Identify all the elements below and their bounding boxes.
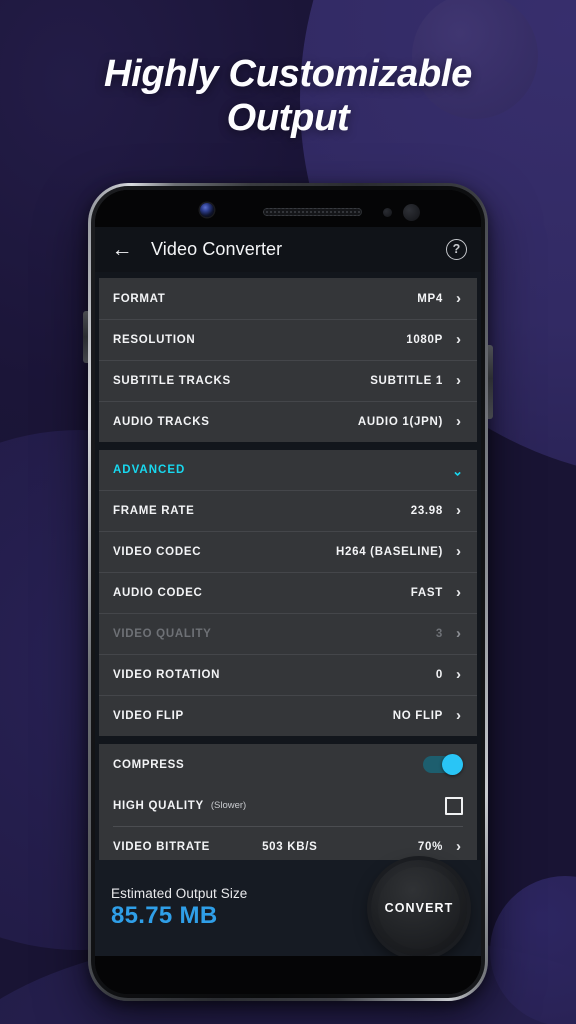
compress-toggle[interactable]: [423, 756, 463, 773]
phone-bottom-chin: [95, 956, 481, 994]
back-arrow-icon[interactable]: ←: [109, 237, 135, 263]
page-title: Video Converter: [151, 239, 282, 260]
chevron-right-icon: ›: [454, 708, 463, 723]
chevron-right-icon: ›: [454, 626, 463, 641]
row-label: FRAME RATE: [113, 505, 195, 517]
estimate-value: 85.75 MB: [111, 902, 247, 930]
chevron-right-icon: ›: [454, 544, 463, 559]
row-audio-tracks[interactable]: AUDIO TRACKS AUDIO 1(JPN) ›: [99, 401, 477, 442]
convert-button[interactable]: CONVERT: [371, 860, 467, 956]
chevron-right-icon: ›: [454, 414, 463, 429]
row-label: VIDEO ROTATION: [113, 669, 220, 681]
proximity-sensor-icon: [383, 208, 392, 217]
row-label: HIGH QUALITY: [113, 800, 204, 812]
row-label: VIDEO CODEC: [113, 546, 201, 558]
advanced-section-header[interactable]: ADVANCED ⌃: [99, 450, 477, 490]
row-label: COMPRESS: [113, 759, 184, 771]
settings-card-advanced: ADVANCED ⌃ FRAME RATE 23.98 › VIDEO CODE…: [99, 450, 477, 736]
estimate-label: Estimated Output Size: [111, 886, 247, 901]
chevron-right-icon: ›: [454, 503, 463, 518]
chevron-right-icon: ›: [454, 291, 463, 306]
row-format[interactable]: FORMAT MP4 ›: [99, 278, 477, 319]
ambient-sensor-icon: [403, 204, 420, 221]
row-value: 3: [436, 628, 443, 640]
bottom-action-bar: Estimated Output Size 85.75 MB CONVERT: [95, 860, 481, 956]
row-video-quality: VIDEO QUALITY 3 ›: [99, 613, 477, 654]
front-camera-icon: [200, 203, 214, 217]
section-header-label: ADVANCED: [113, 464, 185, 476]
high-quality-checkbox[interactable]: [445, 797, 463, 815]
row-value: 1080P: [406, 334, 443, 346]
row-video-flip[interactable]: VIDEO FLIP NO FLIP ›: [99, 695, 477, 736]
row-value: NO FLIP: [393, 710, 443, 722]
row-label: AUDIO CODEC: [113, 587, 202, 599]
estimate-block: Estimated Output Size 85.75 MB: [111, 886, 247, 930]
row-label: VIDEO FLIP: [113, 710, 184, 722]
row-value: 70%: [418, 841, 443, 853]
row-sublabel: (Slower): [211, 800, 246, 811]
row-label: AUDIO TRACKS: [113, 416, 210, 428]
settings-card-compress: COMPRESS HIGH QUALITY (Slower) VIDEO BIT…: [99, 744, 477, 860]
phone-bezel: ← Video Converter ? FORMAT MP4 › R: [95, 190, 481, 994]
settings-list: FORMAT MP4 › RESOLUTION 1080P › SUBTITLE…: [95, 272, 481, 860]
row-value: H264 (BASELINE): [336, 546, 443, 558]
row-label: VIDEO QUALITY: [113, 628, 212, 640]
row-video-rotation[interactable]: VIDEO ROTATION 0 ›: [99, 654, 477, 695]
phone-mockup: ← Video Converter ? FORMAT MP4 › R: [88, 183, 488, 1001]
row-value: MP4: [417, 293, 443, 305]
settings-card-basic: FORMAT MP4 › RESOLUTION 1080P › SUBTITLE…: [99, 278, 477, 442]
row-label: VIDEO BITRATE: [113, 841, 210, 853]
row-value: AUDIO 1(JPN): [358, 416, 443, 428]
chevron-right-icon: ›: [454, 667, 463, 682]
row-label: RESOLUTION: [113, 334, 195, 346]
phone-power-button: [488, 345, 493, 419]
row-value: 23.98: [411, 505, 443, 517]
row-value: 0: [436, 669, 443, 681]
row-audio-codec[interactable]: AUDIO CODEC FAST ›: [99, 572, 477, 613]
chevron-right-icon: ›: [454, 839, 463, 854]
row-frame-rate[interactable]: FRAME RATE 23.98 ›: [99, 490, 477, 531]
app-bar: ← Video Converter ?: [95, 227, 481, 272]
row-value: SUBTITLE 1: [370, 375, 443, 387]
row-resolution[interactable]: RESOLUTION 1080P ›: [99, 319, 477, 360]
phone-screen: ← Video Converter ? FORMAT MP4 › R: [95, 227, 481, 956]
promo-headline: Highly Customizable Output: [0, 52, 576, 140]
chevron-up-icon: ⌃: [452, 464, 463, 477]
phone-inner-frame: ← Video Converter ? FORMAT MP4 › R: [91, 186, 485, 998]
phone-top-hardware: [95, 190, 481, 227]
phone-volume-button: [83, 311, 88, 363]
row-compress[interactable]: COMPRESS: [99, 744, 477, 785]
chevron-right-icon: ›: [454, 585, 463, 600]
help-icon[interactable]: ?: [446, 239, 467, 260]
row-value: FAST: [411, 587, 443, 599]
row-video-bitrate[interactable]: VIDEO BITRATE 503 KB/S 70% ›: [99, 826, 477, 860]
row-label: FORMAT: [113, 293, 166, 305]
row-subtitle-tracks[interactable]: SUBTITLE TRACKS SUBTITLE 1 ›: [99, 360, 477, 401]
row-label: SUBTITLE TRACKS: [113, 375, 231, 387]
chevron-right-icon: ›: [454, 373, 463, 388]
chevron-right-icon: ›: [454, 332, 463, 347]
row-video-codec[interactable]: VIDEO CODEC H264 (BASELINE) ›: [99, 531, 477, 572]
row-high-quality[interactable]: HIGH QUALITY (Slower): [99, 785, 477, 826]
convert-button-label: CONVERT: [385, 901, 454, 915]
earpiece-speaker-icon: [263, 208, 362, 216]
row-bitrate-value: 503 KB/S: [262, 841, 317, 853]
